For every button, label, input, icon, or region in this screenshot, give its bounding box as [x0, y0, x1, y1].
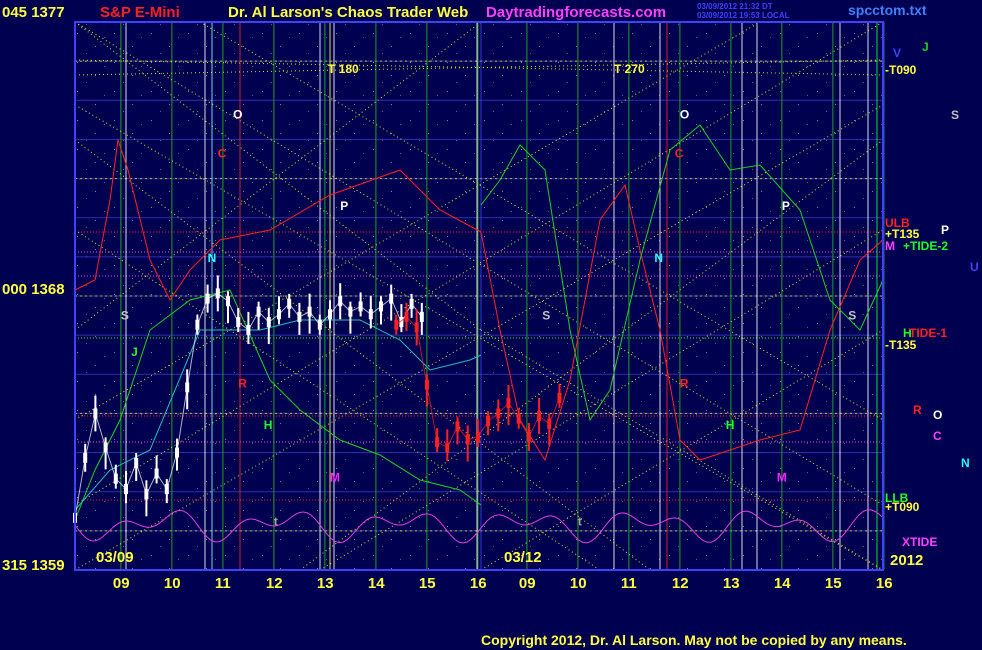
- left-axis-top: 045 1377: [2, 4, 65, 21]
- session-date-2: 03/12: [504, 549, 542, 566]
- label-s: S: [951, 108, 959, 122]
- hour-label: 16: [876, 575, 893, 592]
- label-o: O: [933, 408, 942, 422]
- label-c: C: [933, 429, 942, 443]
- label-p: P: [941, 223, 949, 237]
- planet-letter: C: [218, 147, 227, 161]
- label-t135-neg: -T135: [885, 338, 917, 352]
- chart-title: Dr. Al Larson's Chaos Trader Web: [228, 4, 468, 21]
- copyright-notice: Copyright 2012, Dr. Al Larson. May not b…: [481, 632, 907, 648]
- label-r: R: [913, 403, 922, 417]
- label-tide2: +TIDE-2: [903, 239, 948, 253]
- hour-label: 09: [113, 575, 130, 592]
- hour-label: 16: [470, 575, 487, 592]
- marker-t270: T 270: [614, 62, 645, 76]
- year-label: 2012: [890, 552, 923, 569]
- chaos-chart: OCPNSJRHMtOCPNS SRHMt 045 1377 S&P E-Mini…: [2, 2, 979, 648]
- planet-letter: M: [777, 470, 787, 484]
- hour-axis: 09 10 11 12 13 14 15 16 09 10 11 12 13 14 15 16: [113, 575, 893, 592]
- hour-label: 15: [825, 575, 842, 592]
- planet-letter: S: [121, 308, 129, 322]
- planet-letter: P: [782, 199, 790, 213]
- label-m: M: [885, 239, 895, 253]
- planet-letter: t: [578, 515, 582, 529]
- planet-letter: J: [131, 345, 138, 359]
- timestamp-line1: 03/09/2012 21:32 DT: [697, 2, 773, 11]
- planet-letter: t: [274, 515, 278, 529]
- planet-letter: R: [238, 376, 247, 390]
- planet-letter: N: [654, 251, 663, 265]
- hour-label: 14: [368, 575, 385, 592]
- planet-letter: O: [233, 108, 242, 122]
- left-axis-mid: 000 1368: [2, 281, 65, 298]
- hour-label: 10: [570, 575, 587, 592]
- planet-letter: M: [330, 470, 340, 484]
- planet-letter: H: [264, 418, 273, 432]
- planet-letter: R: [680, 376, 689, 390]
- hour-label: 10: [164, 575, 181, 592]
- label-v: V: [893, 46, 901, 60]
- chart-window: OCPNSJRHMtOCPNSSRHMt 045 1377 S&P E-Mini…: [0, 0, 982, 650]
- hour-label: 15: [419, 575, 436, 592]
- marker-t180: T 180: [328, 62, 359, 76]
- label-u: U: [970, 260, 979, 274]
- planet-letter: H: [726, 418, 735, 432]
- planet-letter: P: [340, 199, 348, 213]
- data-file-name: spcctom.txt: [848, 2, 927, 18]
- site-link[interactable]: Daytradingforecasts.com: [486, 4, 666, 21]
- hour-label: 13: [723, 575, 740, 592]
- hour-label: 11: [215, 575, 231, 592]
- hour-label: 12: [266, 575, 283, 592]
- planet-letter: O: [680, 108, 689, 122]
- session-date-1: 03/09: [96, 549, 134, 566]
- label-xtide: XTIDE: [902, 535, 937, 549]
- left-axis-bottom: 315 1359: [2, 557, 65, 574]
- planet-letter: N: [208, 251, 217, 265]
- hour-label: 12: [672, 575, 689, 592]
- hour-label: 13: [317, 575, 334, 592]
- planet-letter: S: [848, 308, 856, 322]
- hour-label: 09: [519, 575, 536, 592]
- label-t090-top: -T090: [885, 63, 917, 77]
- hour-label: 11: [621, 575, 637, 592]
- label-n: N: [961, 456, 970, 470]
- label-j: J: [922, 40, 929, 54]
- symbol-label: S&P E-Mini: [100, 4, 180, 21]
- label-t090-bot: +T090: [885, 500, 920, 514]
- planet-letter: C: [675, 147, 684, 161]
- planet-letter: S: [542, 308, 550, 322]
- timestamp-line2: 03/09/2012 19:53 LOCAL: [697, 11, 790, 20]
- hour-label: 14: [774, 575, 791, 592]
